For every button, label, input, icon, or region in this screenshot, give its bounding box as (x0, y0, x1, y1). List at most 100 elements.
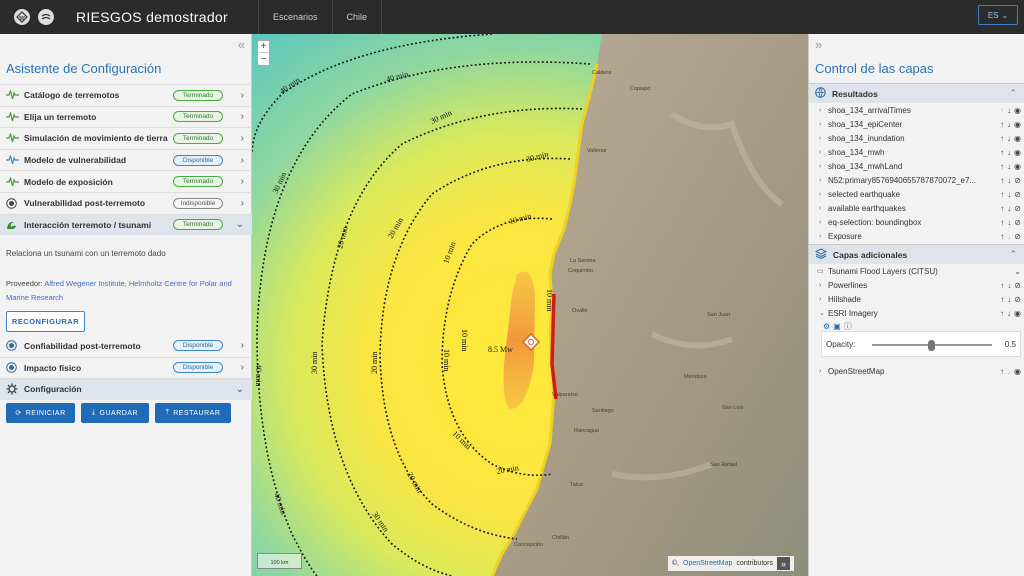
expand-icon: › (819, 162, 822, 170)
result-layer-item[interactable]: › eq-selection: boundingbox ↑ ↓ ⊘ (809, 215, 1024, 229)
expand-icon: › (819, 190, 822, 198)
eye-icon[interactable]: ◉ (1014, 367, 1021, 376)
eye-off-icon[interactable]: ⊘ (1014, 218, 1021, 227)
configuration-section[interactable]: Configuración ⌄ (0, 378, 252, 400)
arrow-up-icon[interactable]: ↑ (1000, 295, 1004, 304)
layer-esri-imagery[interactable]: ⌄ ESRI Imagery ↑ ↓ ◉ (809, 306, 1024, 320)
arrow-down-icon[interactable]: ↓ (1007, 204, 1011, 213)
arrow-down-icon[interactable]: ↓ (1007, 120, 1011, 129)
arrow-up-icon[interactable]: ↑ (1000, 176, 1004, 185)
arrow-up-icon[interactable]: ↑ (1000, 367, 1004, 376)
collapse-attribution-button[interactable]: » (777, 557, 790, 570)
result-layer-item[interactable]: › shoa_134_epiCenter ↑ ↓ ◉ (809, 117, 1024, 131)
arrow-up-icon[interactable]: ↑ (1000, 218, 1004, 227)
map-view[interactable]: 8.5 Mw 10 min 10 min 10 min 10 min 20 mi… (252, 34, 808, 576)
eye-off-icon[interactable]: ⊘ (1014, 281, 1021, 290)
arrow-up-icon[interactable]: ↑ (1000, 162, 1004, 171)
arrow-up-icon[interactable]: ↑ (1000, 281, 1004, 290)
results-section[interactable]: Resultados ⌃ (809, 83, 1024, 103)
app-title: RIESGOS demostrador (76, 9, 228, 25)
step-earthquake-tsunami[interactable]: Interacción terremoto / tsunami Terminad… (0, 213, 252, 236)
arrow-up-icon[interactable]: ↑ (1000, 232, 1004, 241)
slider-handle[interactable] (928, 340, 935, 351)
arrow-down-icon[interactable]: ↓ (1007, 176, 1011, 185)
layer-powerlines[interactable]: › Powerlines ↑ ↓ ⊘ (809, 278, 1024, 292)
result-layer-item[interactable]: › N52:primary8576940655787870072_e7... ↑ ↓ ⊘ (809, 173, 1024, 187)
arrow-down-icon[interactable]: ↓ (1007, 295, 1011, 304)
arrow-up-icon[interactable]: ↑ (1000, 204, 1004, 213)
arrow-down-icon[interactable]: ↓ (1007, 162, 1011, 171)
arrow-up-icon[interactable]: ↑ (1000, 190, 1004, 199)
eye-icon[interactable]: ◉ (1014, 148, 1021, 157)
nav-chile[interactable]: Chile (331, 0, 383, 34)
wave-icon (6, 220, 20, 230)
layer-hillshade[interactable]: › Hillshade ↑ ↓ ⊘ (809, 292, 1024, 306)
expand-icon: › (819, 232, 822, 240)
layer-folder-tsunami[interactable]: ▭ Tsunami Flood Layers (CITSU) ⌄ (809, 264, 1024, 278)
step-physical-impact[interactable]: Impacto físico Disponible › (0, 356, 252, 379)
osm-link[interactable]: OpenStreetMap (683, 560, 732, 567)
arrow-up-icon[interactable]: ↑ (1000, 148, 1004, 157)
result-layer-item[interactable]: › shoa_134_mwhLand ↑ ↓ ◉ (809, 159, 1024, 173)
eye-off-icon[interactable]: ⊘ (1014, 232, 1021, 241)
collapse-left-icon[interactable]: « (238, 37, 245, 52)
eye-off-icon[interactable]: ⊘ (1014, 295, 1021, 304)
contour-label: 10 min (460, 329, 469, 351)
result-layer-item[interactable]: › Exposure ↑ ↓ ⊘ (809, 229, 1024, 243)
arrow-down-icon[interactable]: ↓ (1007, 309, 1011, 318)
settings-icon[interactable]: ⚙ (823, 322, 830, 331)
eye-icon[interactable]: ◉ (1014, 106, 1021, 115)
additional-layers-section[interactable]: Capas adicionales ⌃ (809, 244, 1024, 264)
arrow-up-icon[interactable]: ↑ (1000, 134, 1004, 143)
eye-icon[interactable]: ◉ (1014, 309, 1021, 318)
result-layer-item[interactable]: › shoa_134_arrivalTimes ↑ ↓ ◉ (809, 103, 1024, 117)
expand-icon: › (819, 367, 822, 375)
collapse-right-icon[interactable]: » (815, 37, 822, 52)
step-exposure-model[interactable]: Modelo de exposición Terminado › (0, 170, 252, 192)
zoom-in-button[interactable]: + (258, 41, 269, 53)
info-icon[interactable]: ⓘ (844, 321, 852, 332)
nav-scenarios[interactable]: Escenarios (257, 0, 332, 34)
map-canvas: 8.5 Mw 10 min 10 min 10 min 10 min 20 mi… (252, 34, 808, 576)
eye-icon[interactable]: ◉ (1014, 120, 1021, 129)
result-layer-item[interactable]: › shoa_134_inundation ↑ ↓ ◉ (809, 131, 1024, 145)
layer-openstreetmap[interactable]: › OpenStreetMap ↑ ↓ ◉ (809, 364, 1024, 378)
arrow-down-icon[interactable]: ↓ (1007, 106, 1011, 115)
eye-off-icon[interactable]: ⊘ (1014, 176, 1021, 185)
place-label: Mendoza (684, 374, 708, 380)
eye-off-icon[interactable]: ⊘ (1014, 190, 1021, 199)
status-badge: Indisponible (173, 197, 223, 209)
layer-name: Hillshade (828, 294, 861, 304)
place-label: Chillán (552, 535, 569, 541)
step-earthquake-catalog[interactable]: Catálogo de terremotos Terminado › (0, 84, 252, 106)
opacity-slider[interactable] (872, 340, 992, 351)
arrow-down-icon[interactable]: ↓ (1007, 134, 1011, 143)
arrow-up-icon[interactable]: ↑ (1000, 309, 1004, 318)
step-post-earthquake-reliability[interactable]: Confiabilidad post-terremoto Disponible … (0, 335, 252, 357)
zoom-out-button[interactable]: − (258, 53, 269, 65)
eye-icon[interactable]: ◉ (1014, 162, 1021, 171)
eye-icon[interactable]: ◉ (1014, 134, 1021, 143)
arrow-down-icon[interactable]: ↓ (1007, 218, 1011, 227)
place-label: Vallenar (587, 148, 607, 154)
save-button[interactable]: ⤓ GUARDAR (81, 403, 149, 423)
image-icon[interactable]: ▣ (833, 322, 841, 331)
seismograph-icon (6, 133, 20, 143)
language-select[interactable]: ES ⌄ (978, 5, 1018, 25)
arrow-down-icon[interactable]: ↓ (1007, 190, 1011, 199)
step-choose-earthquake[interactable]: Elija un terremoto Terminado › (0, 105, 252, 128)
result-layer-item[interactable]: › selected earthquake ↑ ↓ ⊘ (809, 187, 1024, 201)
step-post-earthquake-vulnerability[interactable]: Vulnerabilidad post-terremoto Indisponib… (0, 191, 252, 214)
result-layer-item[interactable]: › available earthquakes ↑ ↓ ⊘ (809, 201, 1024, 215)
restore-button[interactable]: ⤒ RESTAURAR (155, 403, 231, 423)
arrow-up-icon[interactable]: ↑ (1000, 120, 1004, 129)
step-ground-motion[interactable]: Simulación de movimiento de tierra Termi… (0, 127, 252, 149)
result-layer-item[interactable]: › shoa_134_mwh ↑ ↓ ◉ (809, 145, 1024, 159)
eye-off-icon[interactable]: ⊘ (1014, 204, 1021, 213)
reset-button[interactable]: ⟳ REINICIAR (6, 403, 75, 423)
step-vulnerability-model[interactable]: Modelo de vulnerabilidad Disponible › (0, 148, 252, 171)
arrow-down-icon[interactable]: ↓ (1007, 148, 1011, 157)
opacity-control: Opacity: 0.5 (821, 331, 1021, 357)
arrow-down-icon[interactable]: ↓ (1007, 281, 1011, 290)
reconfigure-button[interactable]: RECONFIGURAR (6, 311, 85, 332)
